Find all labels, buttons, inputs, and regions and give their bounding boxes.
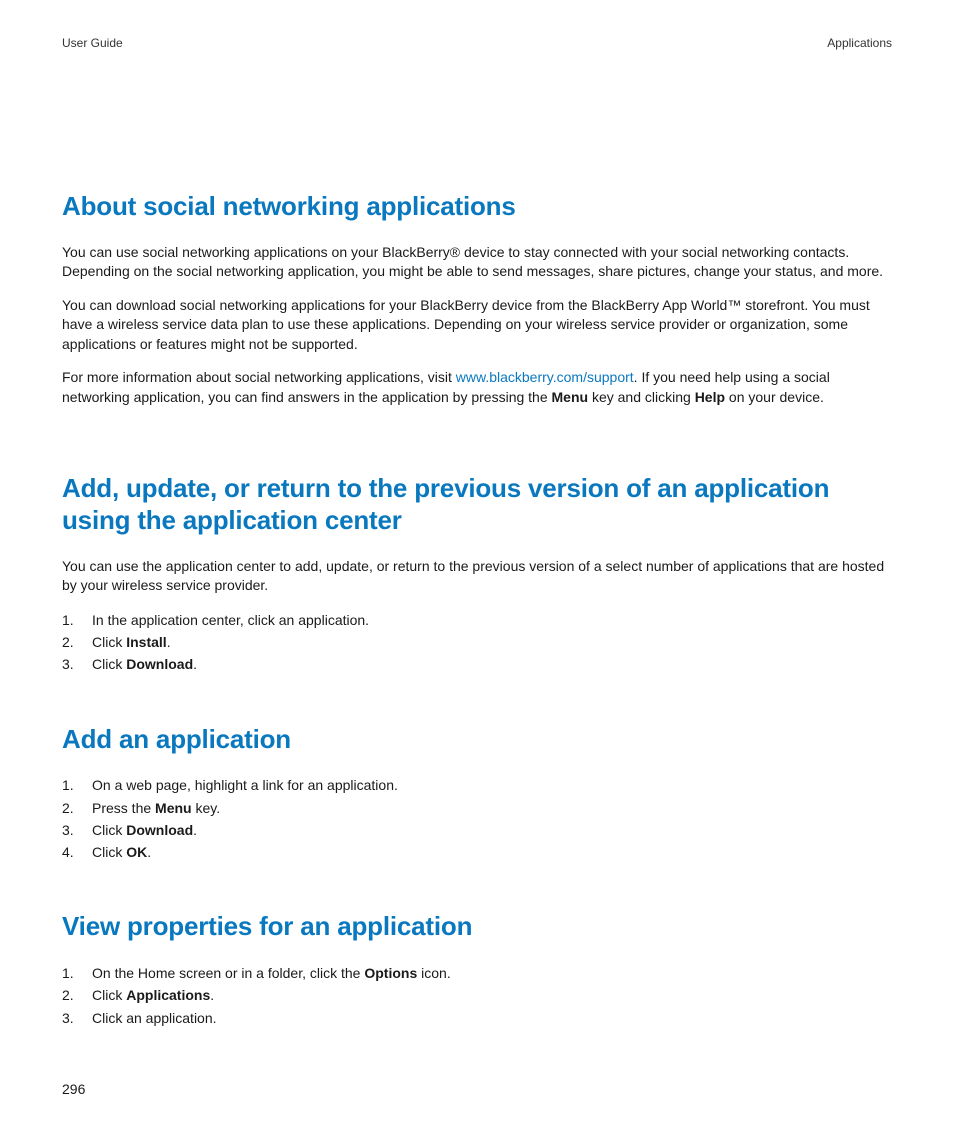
list-item: Click Download. (62, 654, 892, 674)
list-item: In the application center, click an appl… (62, 610, 892, 630)
bold-download: Download (126, 656, 193, 672)
text-fragment: key. (192, 800, 221, 816)
page-header: User Guide Applications (62, 36, 892, 50)
text-fragment: Press the (92, 800, 155, 816)
list-item: Click Install. (62, 632, 892, 652)
step-list: In the application center, click an appl… (62, 610, 892, 675)
step-list: On a web page, highlight a link for an a… (62, 775, 892, 862)
support-link[interactable]: www.blackberry.com/support (456, 369, 634, 385)
heading-app-center: Add, update, or return to the previous v… (62, 472, 892, 537)
list-item: On a web page, highlight a link for an a… (62, 775, 892, 795)
text-fragment: . (210, 987, 214, 1003)
bold-install: Install (126, 634, 166, 650)
list-item: Click an application. (62, 1008, 892, 1028)
text-fragment: . (193, 822, 197, 838)
text-fragment: Click (92, 987, 126, 1003)
header-left: User Guide (62, 36, 123, 50)
paragraph: You can use social networking applicatio… (62, 243, 892, 282)
section-app-center: Add, update, or return to the previous v… (62, 472, 892, 675)
list-item: Press the Menu key. (62, 798, 892, 818)
list-item: Click Download. (62, 820, 892, 840)
text-fragment: For more information about social networ… (62, 369, 456, 385)
paragraph: For more information about social networ… (62, 368, 892, 407)
list-item: On the Home screen or in a folder, click… (62, 963, 892, 983)
text-fragment: . (167, 634, 171, 650)
bold-menu: Menu (155, 800, 192, 816)
text-fragment: Click (92, 656, 126, 672)
text-fragment: . (147, 844, 151, 860)
step-list: On the Home screen or in a folder, click… (62, 963, 892, 1028)
text-fragment: Click (92, 634, 126, 650)
bold-help: Help (695, 389, 725, 405)
heading-add-app: Add an application (62, 723, 892, 756)
bold-options: Options (364, 965, 417, 981)
text-fragment: Click (92, 822, 126, 838)
paragraph: You can download social networking appli… (62, 296, 892, 355)
text-fragment: . (193, 656, 197, 672)
section-view-properties: View properties for an application On th… (62, 910, 892, 1027)
header-right: Applications (827, 36, 892, 50)
bold-applications: Applications (126, 987, 210, 1003)
bold-ok: OK (126, 844, 147, 860)
section-about-social-networking: About social networking applications You… (62, 190, 892, 408)
text-fragment: on your device. (725, 389, 824, 405)
bold-menu: Menu (552, 389, 589, 405)
list-item: Click OK. (62, 842, 892, 862)
list-item: Click Applications. (62, 985, 892, 1005)
heading-view-properties: View properties for an application (62, 910, 892, 943)
bold-download: Download (126, 822, 193, 838)
page-number: 296 (62, 1081, 85, 1097)
text-fragment: icon. (417, 965, 450, 981)
text-fragment: key and clicking (588, 389, 695, 405)
text-fragment: Click (92, 844, 126, 860)
section-add-app: Add an application On a web page, highli… (62, 723, 892, 863)
text-fragment: On the Home screen or in a folder, click… (92, 965, 364, 981)
paragraph: You can use the application center to ad… (62, 557, 892, 596)
heading-about-social: About social networking applications (62, 190, 892, 223)
